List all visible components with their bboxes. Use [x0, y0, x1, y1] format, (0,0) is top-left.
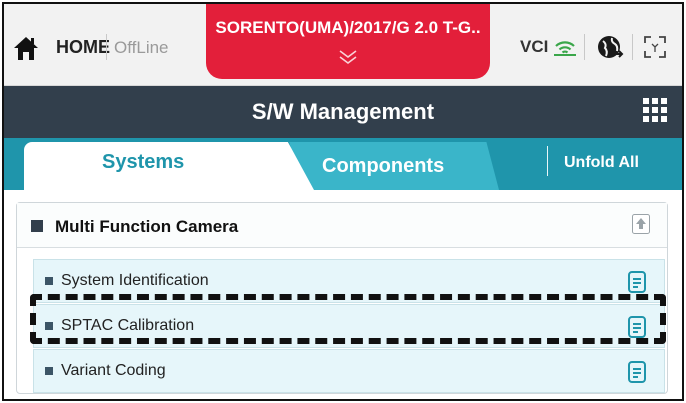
wifi-icon — [554, 41, 576, 56]
tab-components-label[interactable]: Components — [322, 155, 444, 178]
document-icon[interactable] — [628, 361, 646, 383]
unfold-all-button[interactable]: Unfold All — [564, 154, 639, 172]
divider — [547, 146, 548, 176]
document-icon[interactable] — [628, 271, 646, 293]
collapse-icon[interactable] — [632, 214, 650, 234]
list-item-label: System Identification — [61, 272, 209, 289]
divider — [632, 34, 633, 60]
grid-menu-icon[interactable] — [643, 98, 667, 122]
status-bar: HOME OffLine SORENTO(UMA)/2017/G 2.0 T-G… — [4, 4, 682, 86]
list-item[interactable]: Variant Coding — [33, 349, 665, 393]
home-icon[interactable] — [12, 34, 40, 62]
home-label[interactable]: HOME — [56, 37, 110, 58]
tab-systems-label[interactable]: Systems — [102, 151, 184, 174]
bullet-icon — [45, 367, 53, 375]
page-title: S/W Management — [251, 99, 435, 124]
list-item-label: Variant Coding — [61, 362, 166, 379]
tab-bar: Systems Components Unfold All — [4, 138, 682, 190]
vci-label: VCI — [520, 37, 549, 56]
globe-icon[interactable] — [596, 32, 624, 62]
highlight-box — [30, 294, 666, 344]
bullet-icon — [45, 277, 53, 285]
vehicle-selector[interactable]: SORENTO(UMA)/2017/G 2.0 T-G.. — [206, 4, 490, 79]
bullet-icon — [31, 220, 43, 232]
screen-frame: HOME OffLine SORENTO(UMA)/2017/G 2.0 T-G… — [2, 2, 684, 401]
title-bar: S/W Management — [4, 86, 682, 138]
fullscreen-icon[interactable] — [644, 36, 666, 58]
offline-status: OffLine — [114, 38, 169, 57]
divider — [584, 34, 585, 60]
panel-header[interactable]: Multi Function Camera — [17, 203, 667, 248]
divider — [106, 34, 107, 60]
panel-title: Multi Function Camera — [55, 217, 239, 236]
chevron-down-icon[interactable] — [337, 49, 359, 65]
vehicle-name: SORENTO(UMA)/2017/G 2.0 T-G.. — [215, 18, 481, 37]
